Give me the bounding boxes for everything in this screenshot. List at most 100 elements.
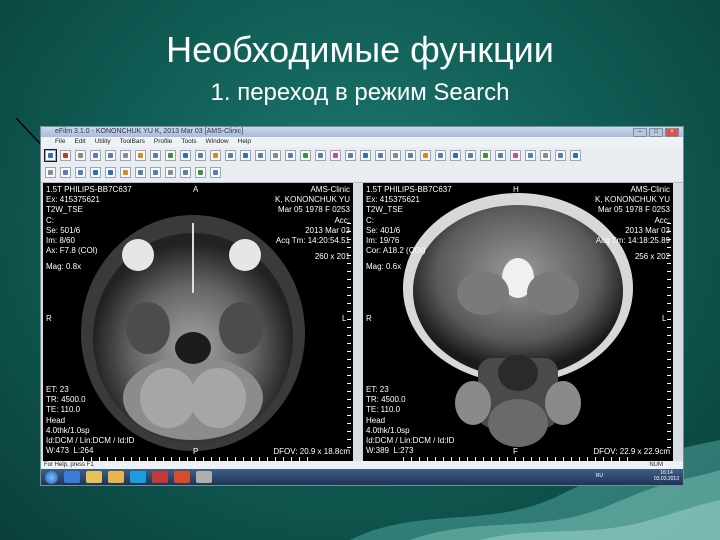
actual-size-button[interactable] (150, 167, 161, 178)
close-button[interactable]: × (665, 128, 679, 137)
fov-button[interactable] (120, 167, 131, 178)
next-series-button[interactable] (105, 167, 116, 178)
key-image-button[interactable] (375, 150, 386, 161)
overlay-orientation-bottom: F (513, 447, 518, 456)
help-button[interactable] (570, 150, 581, 161)
efilm-task-icon[interactable] (196, 471, 212, 483)
fusion-button[interactable] (480, 150, 491, 161)
measure-button[interactable] (210, 150, 221, 161)
efilm-window: eFilm 3.1.0 - KONONCHUK YU K, 2013 Mar 0… (40, 126, 684, 486)
maximize-button[interactable]: □ (649, 128, 663, 137)
app-icon[interactable] (152, 471, 168, 483)
color-map-button[interactable] (510, 150, 521, 161)
overlay-orientation-top: A (193, 185, 199, 194)
slide-subtitle: 1. переход в режим Search (210, 79, 510, 106)
slide-title: Необходимые функции (166, 29, 554, 70)
viewport-coronal[interactable]: 1.5T PHILIPS-BB7C637 Ex: 415375621 T2W_T… (363, 183, 673, 461)
settings-button[interactable] (555, 150, 566, 161)
hanging-button[interactable] (495, 150, 506, 161)
layout-1x2-button[interactable] (60, 167, 71, 178)
thumbnails-button[interactable] (180, 167, 191, 178)
angle-button[interactable] (225, 150, 236, 161)
overlay-orientation-right: L (662, 314, 667, 323)
overlay-mag: Mag: 0.6x (366, 262, 402, 271)
window-titlebar: eFilm 3.1.0 - KONONCHUK YU K, 2013 Mar 0… (41, 127, 683, 137)
overlay-orientation-left: R (46, 314, 52, 323)
overlay-top-left: 1.5T PHILIPS-BB7C637 Ex: 415375621 T2W_T… (46, 185, 132, 256)
layout-1x1-button[interactable] (45, 167, 56, 178)
window-level-button[interactable] (195, 150, 206, 161)
viewport-axial[interactable]: 1.5T PHILIPS-BB7C637 Ex: 415375621 T2W_T… (43, 183, 353, 461)
overlay-orientation-left: R (366, 314, 372, 323)
overlay-orientation-right: L (342, 314, 347, 323)
annotation-button[interactable] (255, 150, 266, 161)
overlay-top-left: 1.5T PHILIPS-BB7C637 Ex: 415375621 T2W_T… (366, 185, 452, 256)
overlay-button[interactable] (465, 150, 476, 161)
rotate-button[interactable] (285, 150, 296, 161)
overlay-orientation-top: H (513, 185, 519, 194)
magnify-button[interactable] (420, 150, 431, 161)
print-button[interactable] (90, 150, 101, 161)
menu-utility[interactable]: Utility (95, 137, 111, 147)
status-num: NUM (649, 462, 663, 468)
report-button[interactable] (525, 150, 536, 161)
menu-edit[interactable]: Edit (74, 137, 85, 147)
mpr-mode-button[interactable] (165, 167, 176, 178)
search-button[interactable] (44, 149, 57, 162)
menu-help[interactable]: Help (238, 137, 251, 147)
zoom-button[interactable] (165, 150, 176, 161)
mip-button[interactable] (360, 150, 371, 161)
close-study-button[interactable] (60, 150, 71, 161)
overlay-bottom-left: ET: 23 TR: 4500.0 TE: 110.0 Head 4.0thk/… (366, 385, 455, 456)
media-icon[interactable] (108, 471, 124, 483)
ie-icon[interactable] (64, 471, 80, 483)
language-indicator[interactable]: RU (596, 473, 603, 479)
status-bar: For Help, press F1 NUM (41, 461, 683, 469)
prev-series-button[interactable] (90, 167, 101, 178)
menu-profile[interactable]: Profile (154, 137, 172, 147)
cine-button[interactable] (330, 150, 341, 161)
fit-button[interactable] (135, 167, 146, 178)
menu-bar: File Edit Utility ToolBars Profile Tools… (41, 137, 683, 147)
overlay-mag: Mag: 0.8x (46, 262, 82, 271)
export-button[interactable] (105, 150, 116, 161)
link-button[interactable] (210, 167, 221, 178)
folder-icon[interactable] (86, 471, 102, 483)
menu-tools[interactable]: Tools (181, 137, 196, 147)
sync-button[interactable] (390, 150, 401, 161)
minimize-button[interactable]: – (633, 128, 647, 137)
save-button[interactable] (75, 150, 86, 161)
flip-button[interactable] (300, 150, 311, 161)
clock-date: 03.03.2013 (653, 476, 679, 482)
menu-toolbars[interactable]: ToolBars (120, 137, 145, 147)
menu-window[interactable]: Window (206, 137, 229, 147)
overlay-dfov: DFOV: 20.9 x 18.8cm (273, 447, 350, 456)
mpr-button[interactable] (345, 150, 356, 161)
overlay-matrix: 256 x 202 (634, 252, 670, 261)
layout-2x2-button[interactable] (75, 167, 86, 178)
scout-button[interactable] (405, 150, 416, 161)
burn-cd-button[interactable] (540, 150, 551, 161)
series-button[interactable] (135, 150, 146, 161)
overlay-matrix: 260 x 201 (314, 252, 350, 261)
skype-icon[interactable] (130, 471, 146, 483)
pan-button[interactable] (180, 150, 191, 161)
browser-icon[interactable] (174, 471, 190, 483)
roi-button[interactable] (240, 150, 251, 161)
overlay-top-right: AMS-Clinic K, KONONCHUK YU Mar 05 1978 F… (595, 185, 670, 246)
profile-button[interactable] (450, 150, 461, 161)
status-hint: For Help, press F1 (44, 462, 94, 468)
toolbar (41, 147, 683, 183)
start-button[interactable] (45, 470, 58, 484)
clock[interactable]: 16:14 03.03.2013 (654, 470, 679, 482)
compare-button[interactable] (150, 150, 161, 161)
menu-file[interactable]: File (55, 137, 65, 147)
pixel-value-button[interactable] (435, 150, 446, 161)
stack-button[interactable] (195, 167, 206, 178)
reset-button[interactable] (315, 150, 326, 161)
overlay-top-right: AMS-Clinic K, KONONCHUK YU Mar 05 1978 F… (275, 185, 350, 246)
windows-taskbar: RU 16:14 03.03.2013 (41, 469, 683, 485)
overlay-orientation-bottom: P (193, 447, 199, 456)
layout-button[interactable] (120, 150, 131, 161)
invert-button[interactable] (270, 150, 281, 161)
